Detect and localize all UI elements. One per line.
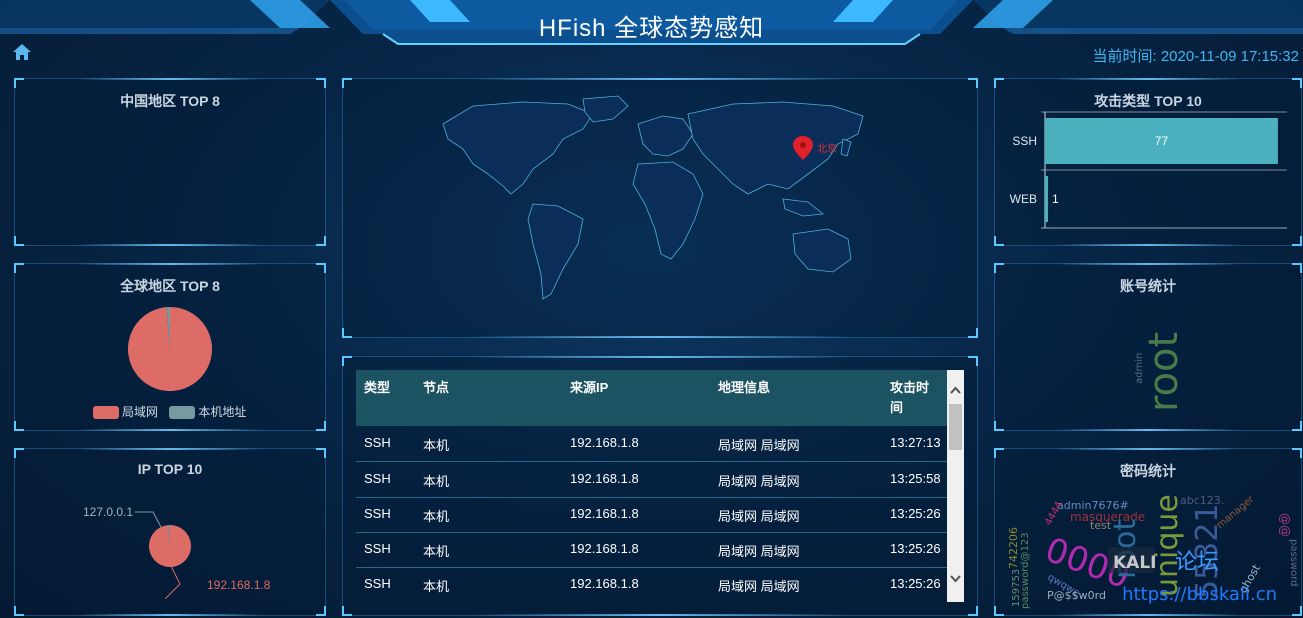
account-panel: 账号统计 root admin: [994, 263, 1302, 431]
legend-item-lan[interactable]: 局域网: [93, 405, 158, 420]
continent-europe: [637, 115, 694, 157]
china-top-panel: 中国地区 TOP 8: [14, 78, 326, 246]
ip-label-lan: 192.168.1.8: [207, 578, 271, 592]
ip-label-localhost: 127.0.0.1: [83, 505, 134, 519]
continent-australia: [792, 228, 852, 273]
word: P@$$w0rd: [1047, 589, 1106, 602]
panel-title: 中国地区 TOP 8: [120, 93, 220, 109]
header-type[interactable]: 类型: [364, 378, 390, 398]
table-row[interactable]: SSH 本机 192.168.1.8 局域网 局域网 13:25:26: [356, 567, 948, 602]
legend-item-local[interactable]: 本机地址: [169, 405, 246, 420]
attack-type-bar-chart: SSH 77 WEB 1: [1010, 111, 1287, 229]
attack-log-table: 类型 节点 来源IP 地理信息 攻击时间 SSH 本机 192.168.1.8 …: [356, 370, 948, 602]
world-map-panel: 北京: [342, 78, 978, 338]
header-node[interactable]: 节点: [423, 378, 449, 398]
continent-greenland: [582, 95, 629, 123]
continent-africa: [632, 161, 704, 260]
watermark: https://bbskali.cn: [1122, 584, 1277, 605]
continent-south-america: [527, 203, 584, 300]
scroll-up-icon[interactable]: [950, 386, 961, 394]
category-label: SSH: [1012, 134, 1037, 148]
word: @@: [1278, 513, 1292, 537]
header-geo[interactable]: 地理信息: [718, 378, 770, 398]
header-attack-time[interactable]: 攻击时间: [890, 378, 938, 418]
current-time: 当前时间: 2020-11-09 17:15:32: [1092, 48, 1299, 65]
word: 4444: [1043, 500, 1065, 528]
word: 742206: [1007, 527, 1020, 569]
home-icon[interactable]: [12, 43, 32, 61]
data-label: 1: [1052, 192, 1059, 206]
continent-north-america: [442, 101, 594, 195]
panel-title: 密码统计: [1120, 463, 1176, 479]
panel-title: IP TOP 10: [137, 461, 203, 477]
panel-title: 账号统计: [1120, 278, 1176, 294]
scroll-thumb[interactable]: [949, 404, 962, 450]
category-label: WEB: [1010, 192, 1037, 206]
map-marker-label: 北京: [817, 142, 837, 155]
panel-title: 攻击类型 TOP 10: [1094, 93, 1202, 109]
word: KALI: [1113, 553, 1157, 573]
header-source-ip[interactable]: 来源IP: [570, 378, 608, 398]
table-row[interactable]: SSH 本机 192.168.1.8 局域网 局域网 13:27:13: [356, 426, 948, 462]
ip-top-panel: IP TOP 10 127.0.0.1 192.168.1.8: [14, 448, 326, 616]
word: password: [1288, 539, 1299, 586]
scroll-down-icon[interactable]: [950, 575, 961, 583]
global-top-panel: 全球地区 TOP 8 局域网 本机地址: [14, 263, 326, 431]
page-title: HFish 全球态势感知: [538, 15, 765, 42]
table-row[interactable]: SSH 本机 192.168.1.8 局域网 局域网 13:25:26: [356, 497, 948, 533]
password-panel: 密码统计 admin7676# abc123. masquerade 4444 …: [994, 448, 1302, 616]
account-word-cloud: root admin: [1134, 332, 1187, 412]
table-header: 类型 节点 来源IP 地理信息 攻击时间: [356, 370, 948, 426]
pie-legend: 局域网 本机地址: [93, 403, 246, 420]
global-pie-chart: [128, 307, 212, 391]
table-row[interactable]: SSH 本机 192.168.1.8 局域网 局域网 13:25:58: [356, 462, 948, 498]
word: 159753: [1011, 569, 1022, 607]
word-root: root: [1141, 332, 1187, 412]
world-map[interactable]: 北京: [433, 94, 893, 324]
bar-web[interactable]: [1045, 176, 1049, 222]
data-label: 77: [1155, 134, 1169, 148]
attack-type-panel: 攻击类型 TOP 10 SSH 77 WEB 1: [994, 78, 1302, 246]
word: 论坛: [1175, 550, 1219, 575]
continent-se-asia: [782, 198, 825, 217]
panel-title: 全球地区 TOP 8: [120, 278, 220, 294]
word: unique: [1150, 494, 1185, 597]
word-admin: admin: [1134, 353, 1145, 384]
ip-pie-chart: [135, 511, 191, 599]
table-row[interactable]: SSH 本机 192.168.1.8 局域网 局域网 13:25:26: [356, 532, 948, 568]
continent-japan: [840, 138, 852, 157]
